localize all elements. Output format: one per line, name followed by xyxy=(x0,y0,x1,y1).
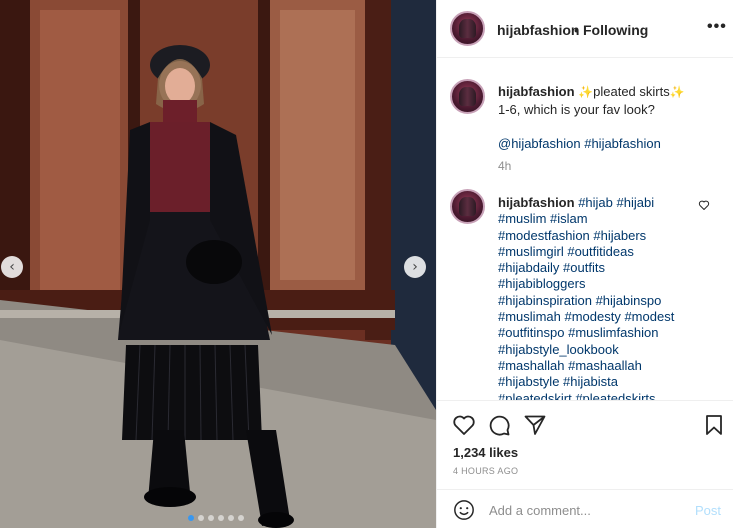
heart-icon[interactable] xyxy=(452,413,476,437)
carousel-next-button[interactable]: › xyxy=(404,256,426,278)
more-dots-icon[interactable]: ••• xyxy=(707,18,727,36)
post-button[interactable]: Post xyxy=(695,503,721,518)
header-separator: • xyxy=(574,22,579,38)
carousel-dot xyxy=(228,515,234,521)
add-comment-row: Post xyxy=(437,489,733,528)
comment-text: hijabfashion #hijab #hijabi #muslim #isl… xyxy=(498,195,703,400)
hashtag-line[interactable]: #outfitinspo #muslimfashion xyxy=(498,325,658,340)
carousel-indicator xyxy=(188,515,244,521)
post-photo: ‹ › xyxy=(0,0,436,528)
post-header: hijabfashion • Following ••• xyxy=(437,0,733,58)
carousel-prev-button[interactable]: ‹ xyxy=(1,256,23,278)
mention-link[interactable]: @hijabfashion xyxy=(498,136,581,151)
hashtag-line[interactable]: #hijabibloggers xyxy=(498,276,585,291)
carousel-dot xyxy=(218,515,224,521)
caption-main-text: pleated skirts xyxy=(593,84,670,99)
comment-icon[interactable] xyxy=(487,413,511,437)
carousel-dot xyxy=(238,515,244,521)
carousel-dot xyxy=(188,515,194,521)
sparkle-icon: ✨ xyxy=(578,85,594,99)
chevron-right-icon: › xyxy=(412,259,418,275)
header-username[interactable]: hijabfashion xyxy=(497,22,579,38)
smiley-icon[interactable] xyxy=(453,499,475,521)
post-actions: 1,234 likes 4 HOURS AGO Post xyxy=(437,400,733,528)
heart-outline-icon[interactable] xyxy=(698,199,710,211)
post-side-panel: hijabfashion • Following ••• hijabfashio… xyxy=(436,0,733,528)
sparkle-icon: ✨ xyxy=(669,85,685,99)
carousel-dot xyxy=(208,515,214,521)
comment-avatar[interactable] xyxy=(450,189,485,224)
hashtag-line[interactable]: #mashallah #mashaallah xyxy=(498,358,642,373)
carousel-dot xyxy=(198,515,204,521)
following-button[interactable]: Following xyxy=(583,22,648,38)
post-timestamp: 4 HOURS AGO xyxy=(453,466,519,476)
hashtag-line[interactable]: #muslimah #modesty #modest xyxy=(498,309,674,324)
hashtag-line[interactable]: #muslimgirl #outfitideas xyxy=(498,244,634,259)
bookmark-icon[interactable] xyxy=(702,413,726,437)
hashtag-line[interactable]: #hijabdaily #outfits xyxy=(498,260,605,275)
caption-line2: 1-6, which is your fav look? xyxy=(498,102,655,117)
hashtag-line[interactable]: #pleatedskirt #pleatedskirts xyxy=(498,391,656,400)
chevron-left-icon: ‹ xyxy=(9,259,15,275)
hashtag-link[interactable]: #hijabfashion xyxy=(584,136,661,151)
caption-username[interactable]: hijabfashion xyxy=(498,84,575,99)
hashtag-line[interactable]: #hijabstyle #hijabista xyxy=(498,374,618,389)
avatar[interactable] xyxy=(450,11,485,46)
caption-avatar[interactable] xyxy=(450,79,485,114)
likes-count[interactable]: 1,234 likes xyxy=(453,445,518,460)
share-icon[interactable] xyxy=(523,413,547,437)
post-image xyxy=(0,0,436,528)
hashtag-line[interactable]: #muslim #islam xyxy=(498,211,588,226)
hashtag-line[interactable]: #hijab #hijabi xyxy=(578,195,654,210)
hashtag-line[interactable]: #hijabstyle_lookbook xyxy=(498,342,619,357)
comment-input[interactable] xyxy=(489,499,689,521)
comments-area[interactable]: hijabfashion ✨pleated skirts✨ 1-6, which… xyxy=(437,58,733,400)
caption-text: hijabfashion ✨pleated skirts✨ 1-6, which… xyxy=(498,83,718,152)
hashtag-line[interactable]: #modestfashion #hijabers xyxy=(498,228,646,243)
comment-username[interactable]: hijabfashion xyxy=(498,195,575,210)
caption-time: 4h xyxy=(498,159,512,173)
hashtag-line[interactable]: #hijabinspiration #hijabinspo xyxy=(498,293,661,308)
